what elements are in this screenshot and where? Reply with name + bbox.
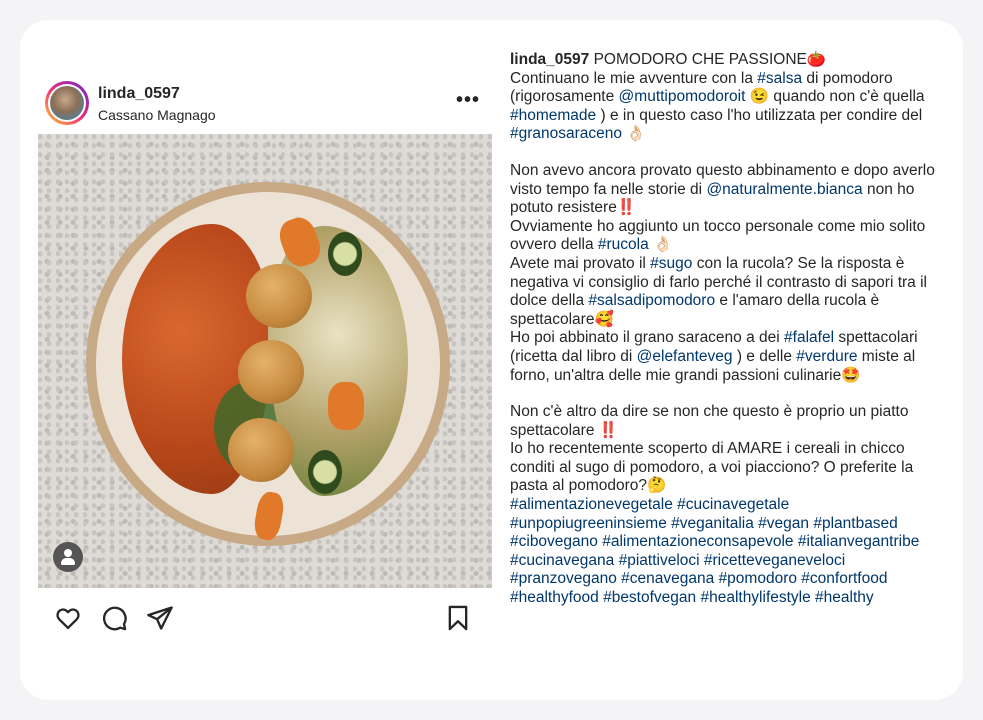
mention-link[interactable]: @elefanteveg <box>637 348 733 365</box>
heart-icon[interactable] <box>54 604 82 632</box>
post-header: linda_0597 Cassano Magnago ••• <box>45 81 495 127</box>
hashtag-link[interactable]: #sugo <box>650 255 692 272</box>
hashtag-link[interactable]: #granosaraceno <box>510 125 622 142</box>
post-card: linda_0597 Cassano Magnago ••• linda_059… <box>20 20 963 700</box>
caption-title: POMODORO CHE PASSIONE🍅 <box>593 51 827 68</box>
more-icon[interactable]: ••• <box>456 89 480 112</box>
food-plate <box>86 182 450 546</box>
post-caption: linda_0597 POMODORO CHE PASSIONE🍅 Contin… <box>510 51 935 675</box>
caption-paragraph-2: Non avevo ancora provato questo abbiname… <box>510 161 935 217</box>
hashtag-link[interactable]: #salsa <box>757 70 802 87</box>
hashtag-link[interactable]: #falafel <box>784 329 834 346</box>
caption-paragraph-4: Avete mai provato il #sugo con la rucola… <box>510 254 927 328</box>
hashtag-link[interactable]: #rucola <box>598 236 649 253</box>
avatar[interactable] <box>45 81 89 125</box>
bookmark-icon[interactable] <box>444 604 472 632</box>
caption-paragraph-6: Non c'è altro da dire se non che questo … <box>510 403 909 439</box>
share-icon[interactable] <box>146 604 174 632</box>
caption-paragraph-3: Ovviamente ho aggiunto un tocco personal… <box>510 217 926 254</box>
post-location[interactable]: Cassano Magnago <box>98 107 216 123</box>
hashtag-link[interactable]: #salsadipomodoro <box>588 292 715 309</box>
post-photo[interactable] <box>38 134 492 588</box>
hashtag-link[interactable]: #homemade <box>510 107 596 124</box>
avatar-image <box>50 86 84 120</box>
post-username[interactable]: linda_0597 <box>98 85 180 103</box>
mention-link[interactable]: @muttipomodoroit <box>619 88 746 105</box>
mention-link[interactable]: @naturalmente.bianca <box>706 181 862 198</box>
hashtag-link[interactable]: #verdure <box>796 348 857 365</box>
comment-icon[interactable] <box>100 604 128 632</box>
user-tag-icon[interactable] <box>53 542 83 572</box>
caption-hashtags[interactable]: #alimentazionevegetale #cucinavegetale #… <box>510 496 935 608</box>
post-actions <box>54 604 474 634</box>
caption-paragraph-5: Ho poi abbinato il grano saraceno a dei … <box>510 329 918 384</box>
caption-paragraph-7: Io ho recentemente scoperto di AMARE i c… <box>510 440 914 495</box>
caption-paragraph-1: Continuano le mie avventure con la #sals… <box>510 69 925 143</box>
caption-username[interactable]: linda_0597 <box>510 51 589 68</box>
